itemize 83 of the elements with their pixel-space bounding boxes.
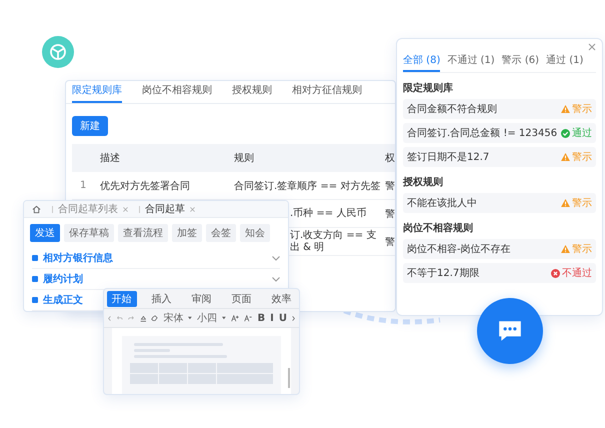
warning-icon — [561, 199, 570, 207]
format-button[interactable]: B — [258, 312, 266, 324]
filter-tab[interactable]: 通过 (1) — [546, 52, 584, 72]
action-button[interactable]: 会签 — [206, 224, 236, 242]
warning-icon — [561, 105, 570, 113]
square-icon — [32, 297, 38, 303]
group-title: 授权规则 — [403, 176, 444, 189]
table-cell: 优先对方先签署合同 — [100, 180, 190, 192]
result-item[interactable]: 不等于12.7期限 不通过 — [403, 263, 596, 283]
square-icon — [32, 276, 38, 282]
breadcrumb-tab[interactable]: 合同起草 — [145, 202, 185, 216]
table-cell: 警 — [385, 236, 395, 248]
status-label: 警示 — [561, 196, 592, 210]
home-icon[interactable] — [32, 204, 41, 214]
shrink-font-icon[interactable] — [244, 314, 252, 322]
result-item[interactable]: 不能在该批人中 警示 — [403, 193, 596, 213]
action-button[interactable]: 发送 — [30, 224, 60, 242]
rule-tab[interactable]: 岗位不相容规则 — [142, 81, 212, 103]
cross-circle-icon — [551, 268, 560, 278]
chevron-down-icon[interactable] — [272, 256, 280, 260]
chevron-left-icon[interactable] — [108, 314, 112, 322]
caret-icon[interactable] — [188, 316, 192, 320]
row-number: 1 — [80, 180, 86, 191]
rule-tab[interactable]: 授权规则 — [232, 81, 272, 103]
status-label: 不通过 — [551, 266, 592, 280]
group-title: 岗位不相容规则 — [403, 221, 474, 235]
result-item[interactable]: 岗位不相容-岗位不存在 警示 — [403, 239, 596, 259]
square-icon — [32, 255, 38, 261]
filter-tab[interactable]: 不通过 (1) — [447, 52, 495, 72]
result-item[interactable]: 合同签订.合同总金额 != 123456 通过 — [403, 123, 596, 143]
redo-icon[interactable] — [128, 314, 135, 322]
status-label: 警示 — [561, 102, 592, 116]
chevron-right-icon[interactable] — [292, 314, 296, 322]
rule-tab[interactable]: 限定规则库 — [72, 81, 122, 103]
action-button[interactable]: 知会 — [240, 224, 270, 242]
table-cell: .币种 == 人民币 — [290, 208, 366, 218]
close-icon[interactable] — [123, 206, 128, 212]
warning-icon — [561, 153, 570, 161]
ribbon-tab[interactable]: 页面 — [226, 290, 256, 306]
chevron-down-icon[interactable] — [272, 276, 280, 282]
check-circle-icon — [561, 128, 570, 138]
section-title[interactable]: 履约计划 — [43, 272, 83, 286]
caret-icon[interactable] — [222, 316, 226, 320]
scrollbar[interactable] — [288, 368, 290, 388]
action-button[interactable]: 保存草稿 — [64, 224, 114, 242]
chat-bubble-icon — [497, 319, 523, 343]
breadcrumb-tab[interactable]: 合同起草列表 — [58, 202, 118, 216]
table-cell: 警 — [385, 208, 395, 220]
grow-font-icon[interactable] — [230, 314, 240, 322]
column-header: 描述 — [100, 152, 121, 165]
column-header: 权 — [385, 152, 395, 165]
ribbon-tab[interactable]: 开始 — [106, 290, 136, 306]
status-label: 警示 — [561, 150, 592, 164]
action-button[interactable]: 查看流程 — [118, 224, 168, 242]
font-dropdown[interactable]: 宋体 — [163, 311, 184, 325]
table-cell: 警 — [385, 180, 395, 192]
chat-button[interactable] — [477, 298, 543, 364]
filter-tab[interactable]: 警示 (6) — [502, 52, 540, 72]
size-dropdown[interactable]: 小四 — [197, 311, 218, 325]
rule-tab[interactable]: 相对方征信规则 — [292, 81, 362, 103]
section-title[interactable]: 生成正文 — [43, 293, 83, 307]
ribbon-tab[interactable]: 插入 — [146, 290, 176, 306]
column-header: 规则 — [234, 152, 255, 165]
undo-icon[interactable] — [116, 314, 123, 322]
status-label: 警示 — [561, 242, 592, 256]
result-item[interactable]: 签订日期不是12.7 警示 — [403, 147, 596, 167]
filter-tab[interactable]: 全部 (8) — [403, 52, 440, 72]
section-title[interactable]: 相对方银行信息 — [43, 251, 113, 265]
table-cell: 合同签订.签章顺序 == 对方先签 — [234, 180, 380, 192]
close-icon[interactable] — [588, 43, 596, 51]
format-button[interactable]: I — [270, 312, 274, 324]
status-label: 通过 — [561, 126, 592, 140]
ribbon-tab[interactable]: 审阅 — [186, 290, 216, 306]
action-button[interactable]: 加签 — [172, 224, 202, 242]
logo-icon — [42, 36, 74, 68]
format-button[interactable]: U — [278, 312, 287, 324]
result-item[interactable]: 合同金额不符合规则 警示 — [403, 99, 596, 119]
ribbon-tab[interactable]: 效率 — [266, 290, 296, 306]
warning-icon — [561, 245, 570, 253]
close-icon[interactable] — [190, 206, 195, 212]
new-button[interactable]: 新建 — [72, 116, 108, 136]
group-title: 限定规则库 — [403, 81, 454, 95]
table-cell: 订.收支方向 == 支出 & 明 — [290, 230, 376, 252]
